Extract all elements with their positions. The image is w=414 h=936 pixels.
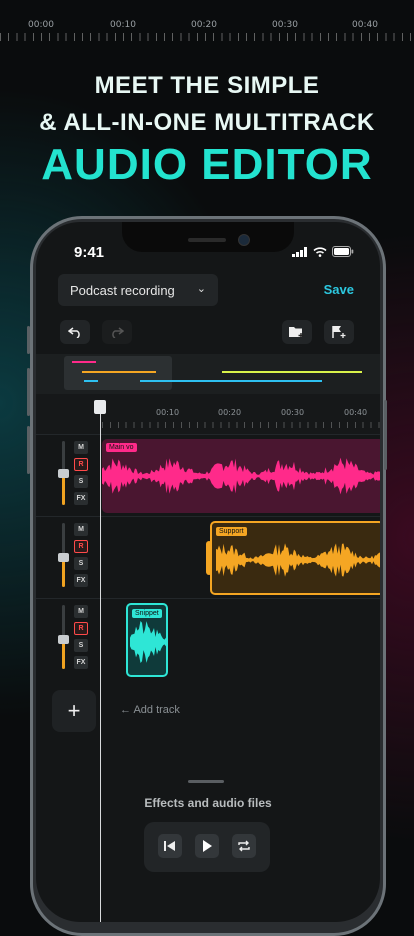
audio-clip-support[interactable]: Support [210, 521, 380, 595]
overview-line-blue [84, 380, 98, 382]
add-folder-button[interactable] [282, 320, 312, 344]
camera [238, 234, 250, 246]
audio-clip-snippet[interactable]: Snippet [126, 603, 168, 677]
overview-line-orange [82, 371, 156, 373]
fx-button[interactable]: FX [74, 656, 88, 669]
record-arm-button[interactable]: R [74, 458, 88, 471]
clip-trim-handle[interactable] [206, 541, 212, 575]
add-marker-button[interactable] [324, 320, 354, 344]
ruler-label: 00:00 [28, 20, 54, 30]
overview-line-yellow [222, 371, 362, 373]
track-row-1[interactable]: M R S FX Main vo [36, 434, 380, 517]
headline-line-3: AUDIO EDITOR [41, 140, 373, 189]
fx-button[interactable]: FX [74, 492, 88, 505]
overview-line-pink [72, 361, 96, 363]
skip-back-icon [164, 841, 175, 851]
add-track-hint: ← Add track [120, 704, 180, 716]
timeline-label: 00:40 [344, 408, 368, 417]
solo-button[interactable]: S [74, 475, 88, 488]
transport-controls [144, 822, 270, 872]
clip-label: Snippet [132, 609, 162, 618]
clip-label: Main vo [106, 443, 137, 452]
track-row-3[interactable]: M R S FX Snippet [36, 598, 380, 681]
mute-button[interactable]: M [74, 441, 88, 454]
signal-icon [292, 246, 307, 257]
redo-icon [112, 327, 124, 338]
loop-icon [238, 840, 250, 852]
timeline-ruler[interactable]: 00:10 00:20 00:30 00:40 [36, 394, 380, 434]
audio-clip-main-vo[interactable]: Main vo [102, 439, 380, 513]
volume-knob[interactable] [58, 469, 69, 478]
timeline-ticks [102, 422, 380, 428]
phone-side-button [27, 326, 30, 354]
project-selector[interactable]: Podcast recording ⌄ [58, 274, 218, 306]
save-button[interactable]: Save [324, 282, 354, 297]
phone-side-button [27, 426, 30, 474]
mute-button[interactable]: M [74, 523, 88, 536]
bottom-sheet-title: Effects and audio files [144, 796, 272, 810]
status-icons [292, 246, 354, 257]
redo-button[interactable] [102, 320, 132, 344]
waveform [102, 457, 380, 495]
project-name: Podcast recording [70, 282, 175, 298]
record-arm-button[interactable]: R [74, 622, 88, 635]
phone-side-button [384, 400, 387, 470]
track-row-2[interactable]: M R S FX Support [36, 516, 380, 599]
track-controls: M R S FX [50, 605, 100, 675]
flag-plus-icon [332, 326, 346, 338]
mute-button[interactable]: M [74, 605, 88, 618]
timeline-label: 00:30 [281, 408, 305, 417]
solo-button[interactable]: S [74, 639, 88, 652]
ruler-label: 00:30 [272, 20, 298, 30]
record-arm-button[interactable]: R [74, 540, 88, 553]
track-overview[interactable] [36, 354, 380, 394]
play-button[interactable] [195, 834, 219, 858]
top-timeline-ruler: 00:00 00:10 00:20 00:30 00:40 [0, 0, 414, 41]
status-time: 9:41 [74, 244, 105, 261]
ruler-label: 00:40 [352, 20, 378, 30]
speaker [188, 238, 226, 242]
play-icon [203, 840, 212, 852]
skip-back-button[interactable] [158, 834, 182, 858]
undo-icon [68, 327, 80, 338]
folder-plus-icon [289, 327, 304, 338]
chevron-down-icon: ⌄ [196, 283, 206, 295]
headline-line-2: & ALL-IN-ONE MULTITRACK [39, 109, 375, 136]
timeline-label: 00:10 [156, 408, 180, 417]
battery-icon [332, 246, 354, 257]
add-track-button[interactable]: + [52, 690, 96, 732]
sheet-drag-handle[interactable] [188, 780, 224, 783]
phone-side-button [27, 368, 30, 416]
phone-notch [122, 222, 294, 252]
fx-button[interactable]: FX [74, 574, 88, 587]
ruler-label: 00:20 [191, 20, 217, 30]
playhead-line [100, 402, 101, 922]
timeline-label: 00:20 [218, 408, 242, 417]
overview-line-blue [140, 380, 322, 382]
headline-line-1: MEET THE SIMPLE [94, 72, 320, 99]
volume-level [62, 559, 65, 587]
volume-knob[interactable] [58, 553, 69, 562]
loop-button[interactable] [232, 834, 256, 858]
ruler-ticks [0, 33, 414, 41]
playhead-handle[interactable] [94, 400, 106, 414]
undo-button[interactable] [60, 320, 90, 344]
volume-knob[interactable] [58, 635, 69, 644]
phone-screen: 9:41 Podcast recording ⌄ Save 00:10 00:2… [36, 222, 380, 922]
wifi-icon [313, 246, 327, 257]
clip-label: Support [216, 527, 247, 536]
track-controls: M R S FX [50, 523, 100, 593]
volume-level [62, 641, 65, 669]
ruler-label: 00:10 [110, 20, 136, 30]
solo-button[interactable]: S [74, 557, 88, 570]
track-controls: M R S FX [50, 441, 100, 511]
